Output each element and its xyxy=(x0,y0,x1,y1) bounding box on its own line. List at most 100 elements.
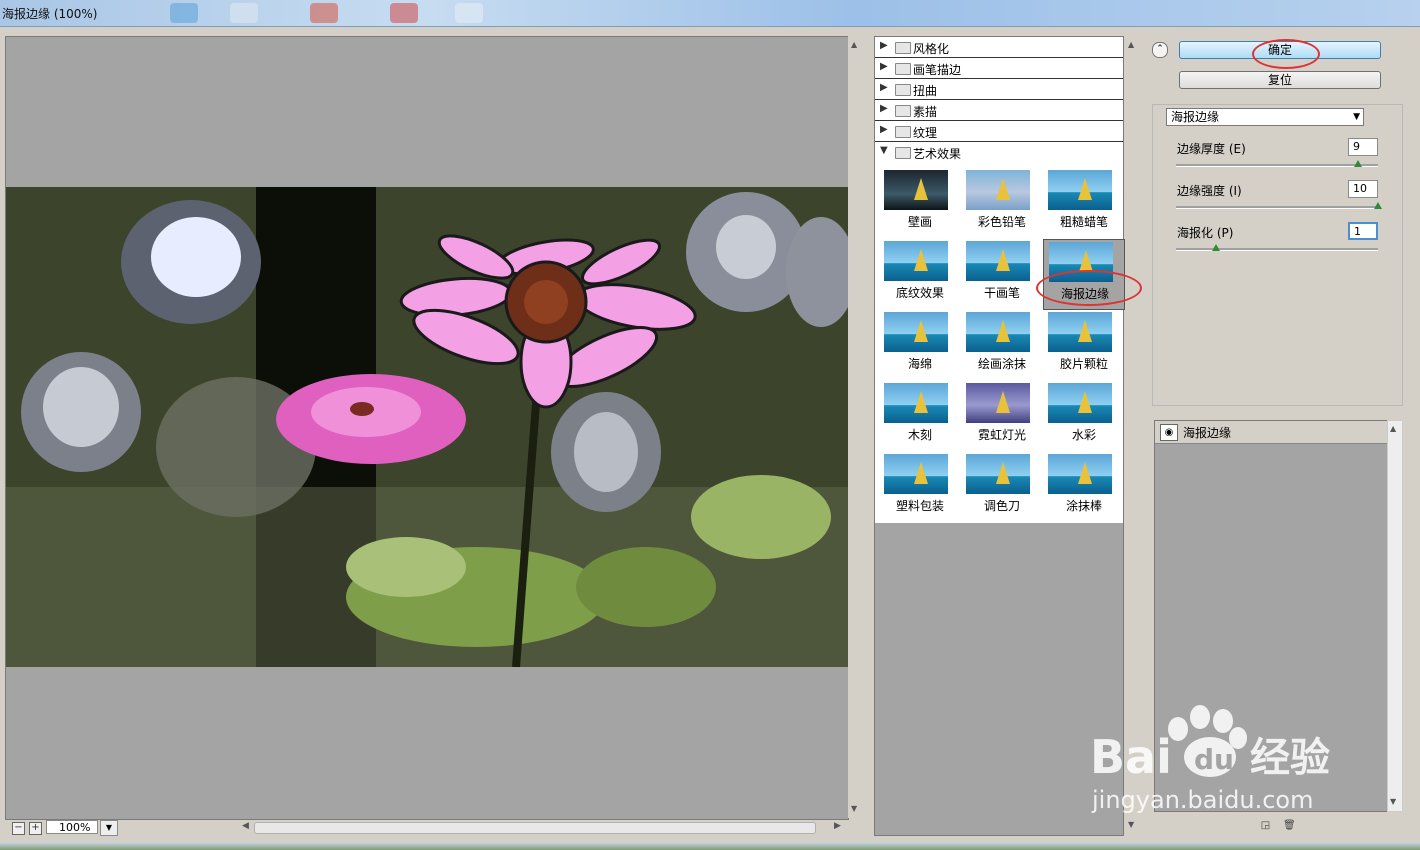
category-row[interactable]: ▶ 纹理 xyxy=(875,121,1123,142)
filter-thumbnail-label: 调色刀 xyxy=(983,499,1020,513)
edge-thickness-label: 边缘厚度 (E) xyxy=(1177,142,1246,156)
collapse-arrow-icon[interactable]: ▼ xyxy=(880,145,888,156)
posterization-slider[interactable] xyxy=(1176,248,1378,251)
category-label: 扭曲 xyxy=(913,84,938,98)
expand-arrow-icon[interactable]: ▶ xyxy=(880,61,888,72)
filter-thumbnail[interactable]: 塑料包装 xyxy=(879,452,961,523)
preview-horizontal-scrollbar[interactable]: ◀ ▶ xyxy=(240,820,844,834)
filter-thumbnail[interactable]: 木刻 xyxy=(879,381,961,452)
filter-thumbnail-label: 木刻 xyxy=(907,428,932,442)
preview-vertical-scrollbar[interactable]: ▲ ▼ xyxy=(848,36,864,818)
expand-arrow-icon[interactable]: ▶ xyxy=(880,103,888,114)
filter-thumbnail-label: 彩色铅笔 xyxy=(977,215,1026,229)
filter-thumbnail[interactable]: 涂抹棒 xyxy=(1043,452,1125,523)
scroll-right-icon[interactable]: ▶ xyxy=(834,821,841,831)
collapse-icon[interactable]: ⌃ xyxy=(1152,42,1168,58)
category-row[interactable]: ▶ 素描 xyxy=(875,100,1123,121)
scroll-down-icon[interactable]: ▼ xyxy=(1128,820,1134,829)
scroll-down-icon[interactable]: ▼ xyxy=(851,804,857,813)
scroll-down-icon[interactable]: ▼ xyxy=(1390,797,1396,806)
category-row[interactable]: ▶ 扭曲 xyxy=(875,79,1123,100)
preview-image xyxy=(6,187,848,667)
folder-icon xyxy=(895,63,911,75)
filter-thumbnail-image xyxy=(884,170,948,210)
category-row[interactable]: ▶ 风格化 xyxy=(875,37,1123,58)
posterization-slider-thumb[interactable] xyxy=(1212,244,1220,251)
scrollbar-thumb[interactable] xyxy=(254,822,816,834)
preview-status-bar: − + 100% ▼ ◀ ▶ xyxy=(0,818,864,838)
edge-thickness-input[interactable]: 9 xyxy=(1348,138,1378,156)
taskbar-deco xyxy=(310,3,338,23)
filter-thumbnail[interactable]: 海绵 xyxy=(879,310,961,381)
sailboat-thumbnail-icon xyxy=(1078,320,1092,342)
annotation-ring xyxy=(1036,270,1142,306)
filter-thumbnail[interactable]: 胶片颗粒 xyxy=(1043,310,1125,381)
folder-icon xyxy=(895,126,911,138)
expand-arrow-icon[interactable]: ▶ xyxy=(880,82,888,93)
scroll-up-icon[interactable]: ▲ xyxy=(1390,424,1396,433)
filter-thumbnail[interactable]: 调色刀 xyxy=(961,452,1043,523)
filter-thumbnail[interactable]: 壁画 xyxy=(879,168,961,239)
sailboat-thumbnail-icon xyxy=(914,391,928,413)
filter-thumbnail-image xyxy=(884,241,948,281)
edge-intensity-input[interactable]: 10 xyxy=(1348,180,1378,198)
filter-thumbnail-label: 霓虹灯光 xyxy=(977,428,1026,442)
effect-layer-row[interactable]: ◉ 海报边缘 xyxy=(1155,421,1387,444)
scroll-up-icon[interactable]: ▲ xyxy=(1128,40,1134,49)
layers-vertical-scrollbar[interactable]: ▲ ▼ xyxy=(1387,420,1403,812)
sailboat-thumbnail-icon xyxy=(1078,391,1092,413)
new-layer-icon[interactable]: ◲ xyxy=(1260,820,1271,831)
reset-button[interactable]: 复位 xyxy=(1179,71,1381,89)
filter-thumbnail-label: 胶片颗粒 xyxy=(1059,357,1108,371)
filter-thumbnail-grid: 壁画 彩色铅笔 粗糙蜡笔 底纹效果 干画笔 海报边缘 海绵 绘画涂抹 胶片颗粒 木刻 霓虹灯光 水彩塑… xyxy=(879,168,1125,523)
edge-thickness-slider[interactable] xyxy=(1176,164,1378,167)
edge-thickness-slider-thumb[interactable] xyxy=(1354,160,1362,167)
filter-thumbnail[interactable]: 干画笔 xyxy=(961,239,1043,310)
category-row[interactable]: ▶ 画笔描边 xyxy=(875,58,1123,79)
chevron-down-icon[interactable]: ▼ xyxy=(1353,109,1360,125)
scroll-left-icon[interactable]: ◀ xyxy=(242,821,249,831)
edge-intensity-slider-thumb[interactable] xyxy=(1374,202,1382,209)
zoom-out-button[interactable]: − xyxy=(12,822,25,835)
sailboat-thumbnail-icon xyxy=(996,178,1010,200)
filter-thumbnail-label: 干画笔 xyxy=(983,286,1020,300)
svg-text:Bai: Bai xyxy=(1090,730,1172,780)
filter-thumbnail-image xyxy=(1048,312,1112,352)
watermark-logo: Bai du 经验 xyxy=(1090,705,1330,780)
filter-thumbnail-label: 水彩 xyxy=(1071,428,1096,442)
filter-thumbnail-label: 涂抹棒 xyxy=(1065,499,1102,513)
filter-thumbnail-image xyxy=(884,312,948,352)
sailboat-thumbnail-icon xyxy=(996,320,1010,342)
taskbar-deco xyxy=(390,3,418,23)
taskbar-deco xyxy=(170,3,198,23)
filter-thumbnail-label: 塑料包装 xyxy=(895,499,944,513)
sailboat-thumbnail-icon xyxy=(914,320,928,342)
expand-arrow-icon[interactable]: ▶ xyxy=(880,124,888,135)
zoom-level-field[interactable]: 100% xyxy=(46,820,98,834)
filter-thumbnail[interactable]: 水彩 xyxy=(1043,381,1125,452)
filter-thumbnail[interactable]: 绘画涂抹 xyxy=(961,310,1043,381)
delete-layer-icon[interactable]: 🗑 xyxy=(1283,820,1296,831)
expand-arrow-icon[interactable]: ▶ xyxy=(880,40,888,51)
edge-intensity-slider[interactable] xyxy=(1176,206,1378,209)
sailboat-thumbnail-icon xyxy=(1078,462,1092,484)
scroll-up-icon[interactable]: ▲ xyxy=(851,40,857,49)
zoom-dropdown-button[interactable]: ▼ xyxy=(100,820,118,836)
filter-thumbnail[interactable]: 彩色铅笔 xyxy=(961,168,1043,239)
svg-text:du: du xyxy=(1194,743,1234,776)
category-label: 纹理 xyxy=(913,126,938,140)
filter-thumbnail[interactable]: 底纹效果 xyxy=(879,239,961,310)
sailboat-thumbnail-icon xyxy=(996,391,1010,413)
taskbar-deco xyxy=(455,3,483,23)
filter-thumbnail-image xyxy=(966,241,1030,281)
zoom-in-button[interactable]: + xyxy=(29,822,42,835)
preview-canvas[interactable] xyxy=(5,36,849,820)
eye-icon[interactable]: ◉ xyxy=(1160,424,1178,441)
filter-thumbnail[interactable]: 霓虹灯光 xyxy=(961,381,1043,452)
sailboat-thumbnail-icon xyxy=(996,249,1010,271)
category-row[interactable]: ▼ 艺术效果 xyxy=(875,142,1123,163)
filter-select[interactable]: 海报边缘 ▼ xyxy=(1166,108,1364,126)
filter-thumbnail[interactable]: 粗糙蜡笔 xyxy=(1043,168,1125,239)
posterization-input[interactable]: 1 xyxy=(1348,222,1378,240)
sailboat-thumbnail-icon xyxy=(914,462,928,484)
